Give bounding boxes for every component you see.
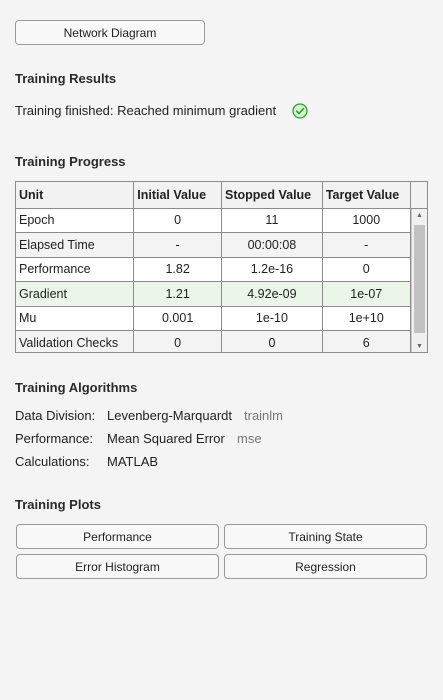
- data-division-code: trainlm: [244, 408, 284, 423]
- table-row: Elapsed Time - 00:00:08 -: [16, 232, 427, 258]
- cell-stopped: 0: [221, 330, 323, 352]
- performance-plot-button[interactable]: Performance: [16, 524, 219, 549]
- cell-unit: Performance: [16, 257, 135, 282]
- performance-value: Mean Squared Error: [107, 431, 225, 446]
- calculations-label: Calculations:: [15, 454, 90, 469]
- cell-unit: Elapsed Time: [16, 232, 135, 258]
- data-division-value: Levenberg-Marquardt: [107, 408, 233, 423]
- training-state-plot-button[interactable]: Training State: [224, 524, 427, 549]
- training-progress-title: Training Progress: [15, 154, 126, 169]
- cell-target: 6: [322, 330, 411, 352]
- table-row: Mu 0.001 1e-10 1e+10: [16, 306, 427, 331]
- table-row: Validation Checks 0 0 6: [16, 330, 427, 352]
- error-histogram-plot-button[interactable]: Error Histogram: [16, 554, 219, 579]
- check-circle-icon: [292, 103, 308, 119]
- training-results-title: Training Results: [15, 71, 117, 86]
- training-algorithms-title: Training Algorithms: [15, 380, 138, 395]
- cell-unit: Gradient: [16, 281, 135, 307]
- cell-initial: 0.001: [133, 306, 222, 331]
- cell-stopped: 1e-10: [221, 306, 323, 331]
- cell-stopped: 00:00:08: [221, 232, 323, 258]
- table-header-row: Unit Initial Value Stopped Value Target …: [16, 182, 427, 209]
- cell-initial: -: [133, 232, 222, 258]
- training-progress-table: Unit Initial Value Stopped Value Target …: [15, 181, 428, 353]
- performance-label: Performance:: [15, 431, 94, 446]
- cell-stopped: 11: [221, 208, 323, 233]
- scroll-thumb[interactable]: [414, 225, 425, 333]
- table-row: Epoch 0 11 1000: [16, 208, 427, 233]
- cell-target: 1000: [322, 208, 411, 233]
- cell-initial: 1.82: [133, 257, 222, 282]
- training-plots-title: Training Plots: [15, 497, 101, 512]
- header-spacer: [410, 182, 427, 209]
- cell-unit: Validation Checks: [16, 330, 135, 352]
- cell-target: -: [322, 232, 411, 258]
- table-scrollbar[interactable]: ▲ ▼: [411, 209, 427, 352]
- performance-code: mse: [237, 431, 262, 446]
- header-initial-value[interactable]: Initial Value: [133, 182, 222, 209]
- header-target-value[interactable]: Target Value: [322, 182, 411, 209]
- header-stopped-value[interactable]: Stopped Value: [221, 182, 323, 209]
- cell-unit: Epoch: [16, 208, 135, 233]
- scroll-up-arrow-icon[interactable]: ▲: [412, 209, 427, 222]
- training-status-text: Training finished: Reached minimum gradi…: [15, 103, 277, 118]
- cell-target: 1e-07: [322, 281, 411, 307]
- data-division-label: Data Division:: [15, 408, 96, 423]
- cell-unit: Mu: [16, 306, 135, 331]
- table-row-highlighted: Gradient 1.21 4.92e-09 1e-07: [16, 281, 427, 307]
- cell-stopped: 1.2e-16: [221, 257, 323, 282]
- regression-plot-button[interactable]: Regression: [224, 554, 427, 579]
- cell-initial: 1.21: [133, 281, 222, 307]
- scroll-down-arrow-icon[interactable]: ▼: [412, 340, 427, 352]
- header-unit[interactable]: Unit: [16, 182, 135, 209]
- cell-stopped: 4.92e-09: [221, 281, 323, 307]
- table-row: Performance 1.82 1.2e-16 0: [16, 257, 427, 282]
- network-diagram-button[interactable]: Network Diagram: [15, 20, 205, 45]
- cell-target: 0: [322, 257, 411, 282]
- cell-initial: 0: [133, 208, 222, 233]
- cell-initial: 0: [133, 330, 222, 352]
- calculations-value: MATLAB: [107, 454, 159, 469]
- cell-target: 1e+10: [322, 306, 411, 331]
